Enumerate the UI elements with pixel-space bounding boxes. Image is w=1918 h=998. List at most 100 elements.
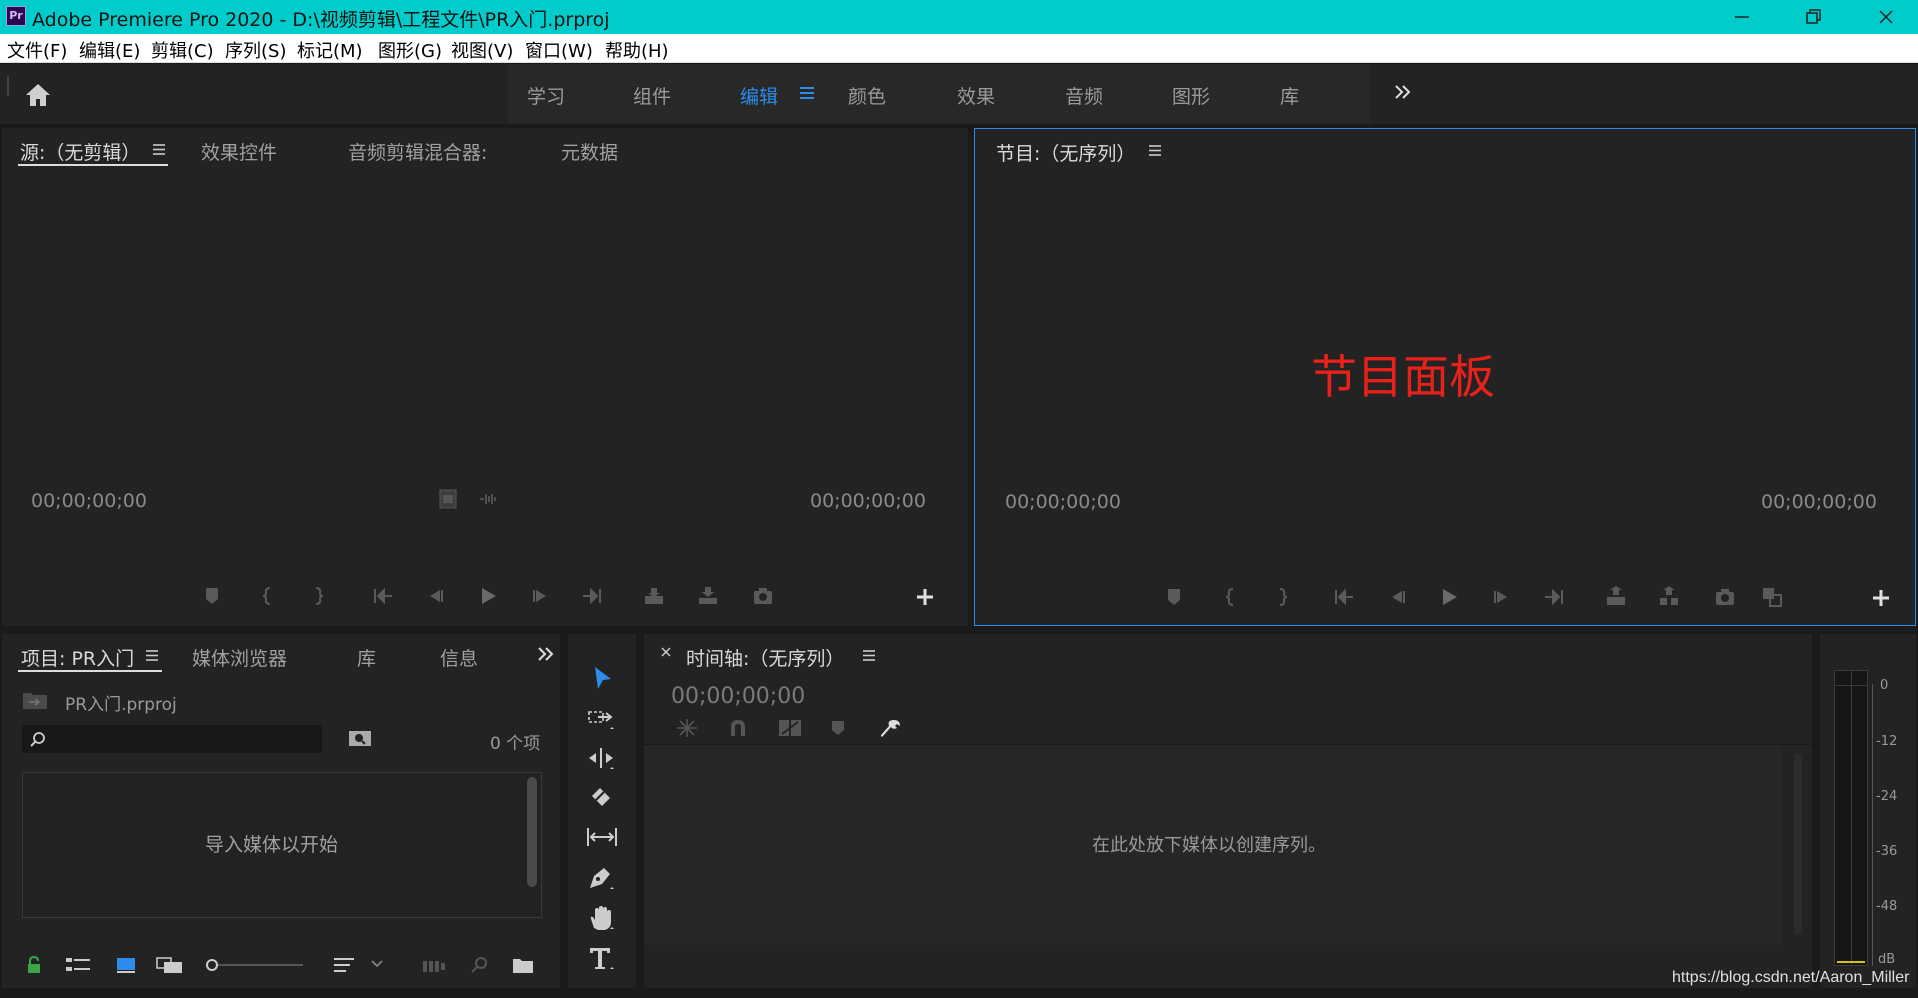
menu-view[interactable]: 视图(V) (451, 37, 513, 63)
workspace-libraries[interactable]: 库 (1280, 82, 1299, 109)
chevron-down-icon[interactable] (370, 959, 384, 969)
go-to-out-icon[interactable] (1543, 586, 1565, 608)
more-workspaces-icon[interactable] (1394, 84, 1412, 100)
tab-program[interactable]: 节目:（无序列） (996, 139, 1135, 166)
automate-to-sequence-icon[interactable] (422, 958, 446, 974)
step-back-icon[interactable] (1386, 586, 1408, 608)
home-button[interactable] (24, 82, 52, 108)
extract-icon[interactable] (1658, 586, 1680, 608)
zoom-slider[interactable] (205, 958, 305, 972)
tab-project[interactable]: 项目: PR入门 (21, 644, 134, 671)
program-timecode-duration: 00;00;00;00 (1761, 491, 1877, 513)
tab-info[interactable]: 信息 (440, 644, 478, 671)
timeline-scrollbar[interactable] (1794, 754, 1802, 934)
add-marker-icon[interactable] (201, 585, 223, 607)
lift-icon[interactable] (1605, 586, 1627, 608)
play-icon[interactable] (1438, 586, 1460, 608)
project-search-input[interactable] (22, 725, 322, 753)
menu-window[interactable]: 窗口(W) (525, 37, 593, 63)
mark-out-icon[interactable] (1271, 586, 1293, 608)
menu-edit[interactable]: 编辑(E) (79, 37, 140, 63)
go-to-in-icon[interactable] (372, 585, 394, 607)
play-icon[interactable] (477, 585, 499, 607)
wrench-icon[interactable] (880, 718, 902, 738)
meter-label: -48 (1876, 899, 1898, 914)
selection-tool-icon[interactable] (588, 664, 616, 692)
pen-tool-icon[interactable] (586, 864, 616, 892)
lock-icon[interactable] (26, 956, 42, 974)
panel-menu-icon[interactable] (152, 143, 166, 156)
timeline-drop-area[interactable]: 在此处放下媒体以创建序列。 (644, 745, 1782, 945)
nest-icon[interactable] (676, 718, 698, 738)
panel-menu-icon[interactable] (145, 649, 159, 662)
timeline-timecode[interactable]: 00;00;00;00 (671, 684, 805, 709)
mark-in-icon[interactable] (1220, 586, 1242, 608)
step-back-icon[interactable] (424, 585, 446, 607)
ripple-edit-tool-icon[interactable] (586, 744, 616, 772)
slip-tool-icon[interactable] (586, 824, 618, 852)
workspace-learn[interactable]: 学习 (527, 82, 565, 109)
menu-marker[interactable]: 标记(M) (297, 37, 363, 63)
panel-menu-icon[interactable] (1148, 144, 1162, 157)
track-select-tool-icon[interactable] (586, 704, 616, 732)
tab-source[interactable]: 源:（无剪辑） (20, 138, 140, 165)
workspace-color[interactable]: 颜色 (848, 82, 886, 109)
menu-file[interactable]: 文件(F) (7, 37, 67, 63)
menu-clip[interactable]: 剪辑(C) (151, 37, 214, 63)
add-marker-icon[interactable] (831, 720, 845, 736)
tab-media-browser[interactable]: 媒体浏览器 (192, 644, 287, 671)
program-timecode-current[interactable]: 00;00;00;00 (1005, 491, 1121, 513)
linked-selection-icon[interactable] (778, 718, 802, 738)
razor-tool-icon[interactable] (586, 784, 616, 812)
menu-graphics[interactable]: 图形(G) (378, 37, 442, 63)
overwrite-icon[interactable] (697, 585, 719, 607)
minimize-button[interactable] (1712, 0, 1772, 34)
step-forward-icon[interactable] (1491, 586, 1513, 608)
drag-audio-only-icon[interactable] (478, 491, 500, 513)
workspace-graphics[interactable]: 图形 (1172, 82, 1210, 109)
export-frame-icon[interactable] (752, 585, 774, 607)
tab-timeline[interactable]: 时间轴:（无序列） (686, 644, 844, 671)
scrollbar[interactable] (527, 777, 537, 887)
step-forward-icon[interactable] (530, 585, 552, 607)
snap-icon[interactable] (728, 718, 748, 738)
hand-tool-icon[interactable] (586, 904, 616, 932)
tab-audio-clip-mixer[interactable]: 音频剪辑混合器: (348, 138, 487, 165)
workspace-assembly[interactable]: 组件 (633, 82, 671, 109)
icon-view-icon[interactable] (116, 956, 136, 974)
type-tool-icon[interactable] (586, 944, 616, 972)
menu-help[interactable]: 帮助(H) (605, 37, 669, 63)
project-media-area[interactable]: 导入媒体以开始 (22, 772, 542, 918)
drag-video-only-icon[interactable] (439, 489, 461, 511)
list-view-icon[interactable] (66, 957, 90, 973)
new-search-bin-icon[interactable] (348, 728, 372, 748)
go-to-out-icon[interactable] (581, 585, 603, 607)
menu-sequence[interactable]: 序列(S) (225, 37, 286, 63)
tab-effect-controls[interactable]: 效果控件 (201, 138, 277, 165)
workspace-effects[interactable]: 效果 (957, 82, 995, 109)
button-editor-icon[interactable] (1870, 587, 1892, 609)
insert-icon[interactable] (643, 585, 665, 607)
freeform-view-icon[interactable] (156, 956, 184, 974)
source-timecode-current[interactable]: 00;00;00;00 (31, 490, 147, 512)
new-bin-icon[interactable] (512, 956, 534, 974)
tab-metadata[interactable]: 元数据 (561, 138, 618, 165)
workspace-audio[interactable]: 音频 (1065, 82, 1103, 109)
button-editor-icon[interactable] (914, 586, 936, 608)
comparison-view-icon[interactable] (1761, 586, 1783, 608)
close-tab-icon[interactable] (660, 646, 672, 658)
restore-button[interactable] (1784, 0, 1844, 34)
panel-menu-icon[interactable] (862, 649, 876, 662)
mark-in-icon[interactable] (257, 585, 279, 607)
sort-icon[interactable] (334, 957, 356, 973)
more-tabs-icon[interactable] (537, 646, 555, 662)
workspace-editing[interactable]: 编辑 (740, 82, 778, 109)
find-icon[interactable] (471, 956, 489, 974)
close-window-button[interactable] (1856, 0, 1916, 34)
mark-out-icon[interactable] (307, 585, 329, 607)
go-to-in-icon[interactable] (1333, 586, 1355, 608)
tab-libraries[interactable]: 库 (357, 644, 376, 671)
export-frame-icon[interactable] (1714, 586, 1736, 608)
workspace-menu-icon[interactable] (799, 86, 815, 100)
add-marker-icon[interactable] (1163, 586, 1185, 608)
